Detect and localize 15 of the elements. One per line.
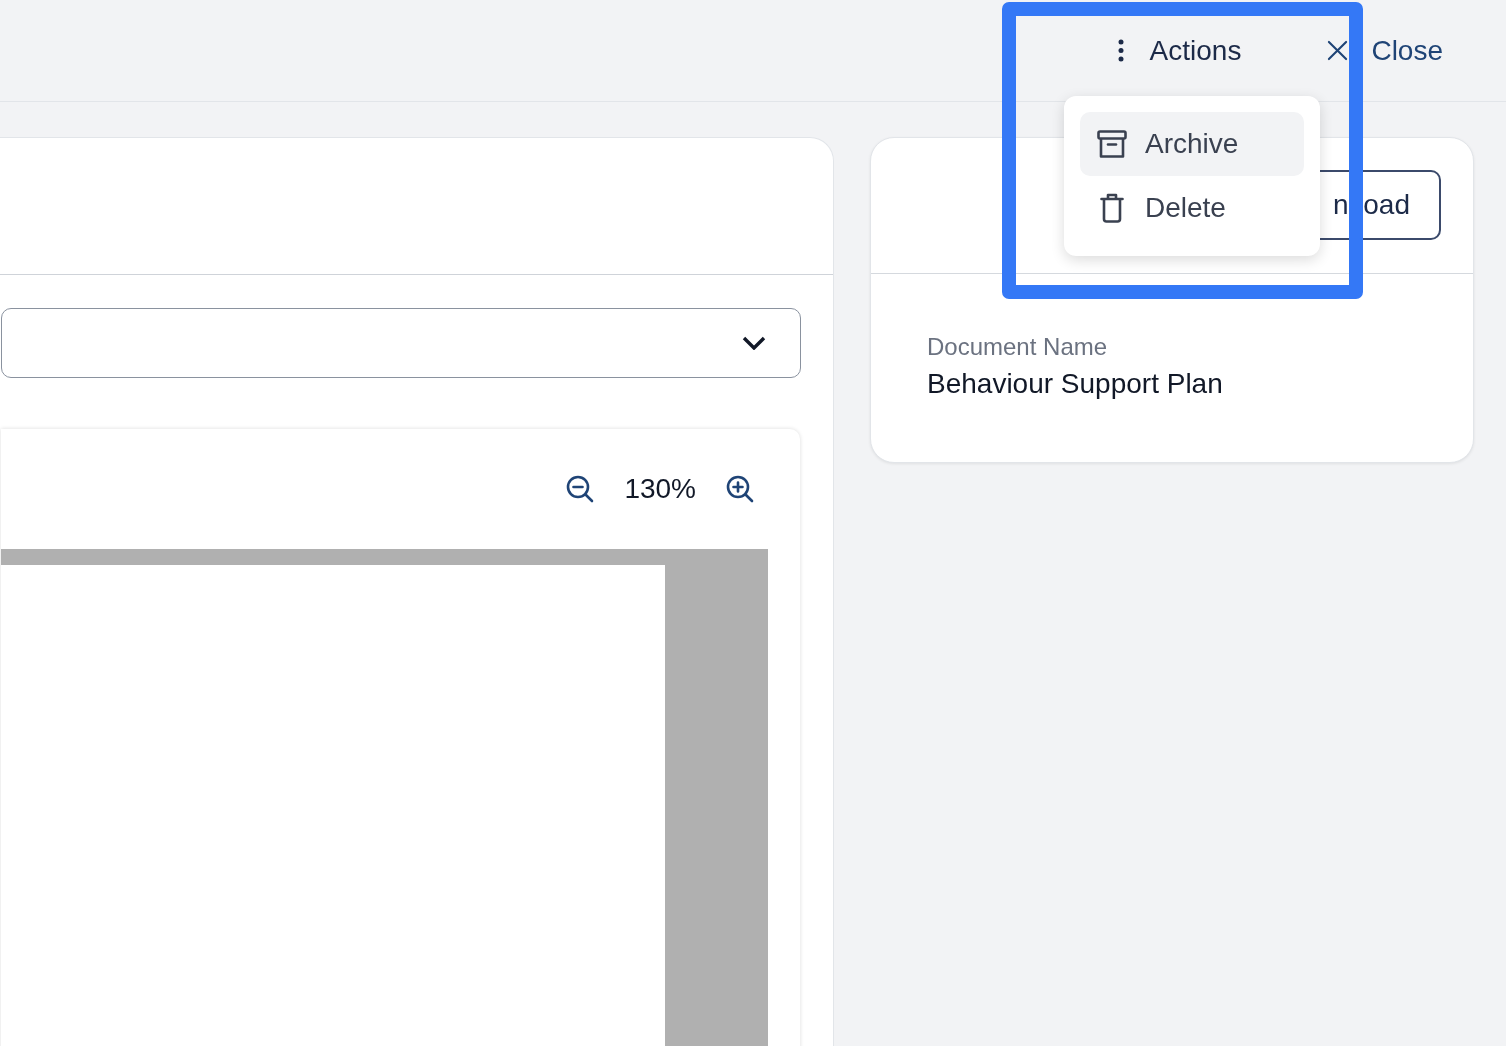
zoom-level: 130% — [624, 473, 696, 505]
zoom-out-icon[interactable] — [566, 475, 595, 503]
actions-button[interactable]: Actions — [1117, 33, 1242, 68]
menu-item[interactable]: Archive — [1080, 112, 1304, 176]
field-value: Behaviour Support Plan — [927, 370, 1224, 398]
close-icon — [1327, 40, 1349, 61]
select-field[interactable] — [1, 308, 801, 378]
kebab-menu-icon — [1117, 39, 1124, 62]
zoom-in-icon[interactable] — [726, 475, 754, 503]
trash-icon — [1100, 193, 1124, 223]
close-button[interactable]: Close — [1327, 33, 1443, 68]
chevron-down-icon — [742, 336, 766, 350]
field-label: Document Name — [927, 333, 1109, 361]
menu-item[interactable]: Delete — [1080, 176, 1304, 240]
archive-box-icon — [1097, 130, 1127, 158]
